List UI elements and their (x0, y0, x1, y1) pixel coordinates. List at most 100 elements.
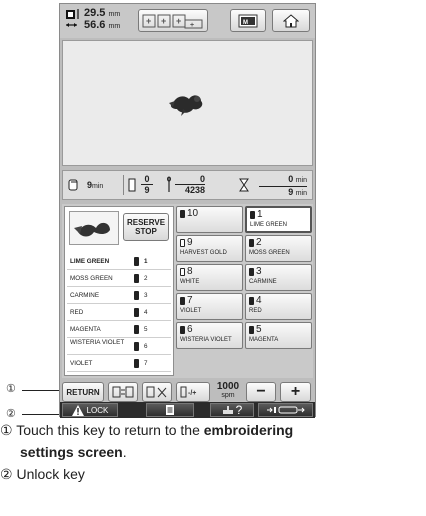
frame-move-button[interactable] (258, 403, 313, 417)
spool-icon (134, 257, 139, 266)
pattern-thumbnail (69, 211, 119, 245)
list-item: LIME GREEN 1 (67, 253, 171, 270)
needle-bar-5[interactable]: 5 MAGENTA (245, 322, 312, 349)
embroidering-screen: 29.5 mm 56.6 mm + + + + M 9min 0 9 0 423… (59, 3, 316, 418)
list-item: CARMINE 3 (67, 287, 171, 304)
remaining-time-icon (68, 179, 78, 191)
home-button[interactable] (272, 9, 310, 32)
callout-1-line (22, 390, 62, 391)
thread-area: RESERVE STOP LIME GREEN 1 MOSS GREEN 2 CAR… (62, 204, 313, 378)
embroidery-pattern-image (169, 95, 203, 116)
callout-2: ② (6, 408, 16, 420)
thread-cut-button[interactable] (142, 382, 172, 402)
remaining-time: 9min (87, 180, 104, 190)
needle-bar-7[interactable]: 7 VIOLET (176, 293, 243, 320)
spool-icon (249, 326, 254, 334)
height-value: 56.6 (84, 19, 106, 31)
spool-icon (134, 274, 139, 283)
spool-icon (249, 239, 254, 247)
spool-icon (250, 211, 255, 219)
lock-bar: LOCK ? (60, 402, 315, 418)
needle-position-icon: -/+ (180, 386, 196, 398)
spool-icon (180, 239, 185, 247)
svg-text:+: + (161, 16, 166, 26)
spool-icon (134, 325, 139, 334)
svg-text:M: M (243, 20, 248, 26)
thread-order-panel: RESERVE STOP LIME GREEN 1 MOSS GREEN 2 CAR… (64, 206, 174, 376)
needle-bar-8[interactable]: 8 WHITE (176, 264, 243, 291)
svg-text:-/+: -/+ (188, 390, 196, 397)
svg-text:+: + (146, 16, 151, 26)
spool-icon (180, 210, 185, 218)
home-icon (283, 13, 299, 27)
list-item: RED 4 (67, 304, 171, 321)
spool-icon (249, 297, 254, 305)
needle-bar-grid: 10 1 LIME GREEN 9 HARVEST GOLD 2 MOSS GREEN… (176, 206, 312, 376)
spool-icon (180, 297, 185, 305)
width-value: 29.5 (84, 7, 106, 19)
needle-bar-4[interactable]: 4 RED (245, 293, 312, 320)
explanation-button[interactable] (146, 403, 194, 417)
document-icon (166, 405, 174, 415)
needle-bar-6[interactable]: 6 WISTERIA VIOLET (176, 322, 243, 349)
speed-display: 1000 spm (216, 381, 240, 400)
bottom-button-row: RETURN -/+ 1000 spm − + (62, 382, 313, 402)
callout-1: ① (6, 383, 16, 395)
note-2-marker: ② (0, 466, 13, 482)
hourglass-icon (239, 178, 249, 192)
speed-decrease-button[interactable]: − (246, 382, 276, 402)
frame-move-icon (266, 406, 305, 414)
spool-icon (134, 342, 139, 351)
top-bar: 29.5 mm 56.6 mm + + + + M (60, 4, 315, 38)
speed-increase-button[interactable]: + (280, 382, 311, 402)
spool-icon (134, 359, 139, 368)
help-button[interactable]: ? (210, 403, 254, 417)
list-item: MOSS GREEN 2 (67, 270, 171, 287)
move-pattern-icon: + + + + (142, 14, 203, 29)
thread-sort-button[interactable] (108, 382, 138, 402)
pattern-dimensions: 29.5 mm 56.6 mm (84, 7, 121, 31)
move-pattern-button[interactable]: + + + + (138, 9, 208, 32)
note-1: ① Touch this key to return to the embroi… (0, 422, 294, 438)
thread-color-list: LIME GREEN 1 MOSS GREEN 2 CARMINE 3 RED 4 MA… (67, 253, 171, 372)
thread-sort-icon (112, 386, 134, 398)
return-button[interactable]: RETURN (62, 382, 104, 402)
needle-bar-10[interactable]: 10 (176, 206, 243, 233)
color-count-icon (128, 178, 136, 192)
unlock-key[interactable]: LOCK (62, 403, 118, 417)
spool-icon (134, 308, 139, 317)
machine-help-icon (222, 406, 233, 414)
stitch-count: 0 4238 (175, 174, 205, 195)
needle-bar-2[interactable]: 2 MOSS GREEN (245, 235, 312, 262)
note-1-continued: settings screen. (20, 444, 127, 460)
note-1-marker: ① (0, 422, 13, 438)
spool-icon (180, 268, 185, 276)
needle-bar-3[interactable]: 3 CARMINE (245, 264, 312, 291)
size-icon (66, 9, 79, 27)
needle-position-button[interactable]: -/+ (176, 382, 210, 402)
list-item: WISTERIA VIOLET 6 (67, 338, 171, 355)
spool-icon (134, 291, 139, 300)
needle-bar-1[interactable]: 1 LIME GREEN (245, 206, 312, 233)
thread-cut-icon (146, 386, 167, 398)
time-elapsed: 0 min 9 min (259, 174, 307, 199)
reserve-stop-button[interactable]: RESERVE STOP (123, 213, 169, 241)
spool-icon (249, 268, 254, 276)
pattern-thumbnail-icon (74, 222, 110, 237)
divider (123, 175, 124, 195)
needle-bar-9[interactable]: 9 HARVEST GOLD (176, 235, 243, 262)
spool-icon (180, 326, 185, 334)
needle-icon (167, 176, 171, 192)
callout-2-line (22, 414, 62, 415)
warning-icon (71, 404, 84, 416)
svg-text:+: + (176, 16, 181, 26)
status-bar: 9min 0 9 0 4238 0 min 9 min (62, 170, 313, 200)
note-2: ② Unlock key (0, 466, 85, 482)
svg-text:+: + (190, 22, 194, 29)
color-count: 0 9 (141, 174, 153, 195)
list-item: VIOLET 7 (67, 355, 171, 372)
list-item: MAGENTA 5 (67, 321, 171, 338)
memory-button[interactable]: M (230, 9, 266, 32)
memory-icon: M (238, 14, 258, 27)
pattern-preview (62, 40, 313, 166)
